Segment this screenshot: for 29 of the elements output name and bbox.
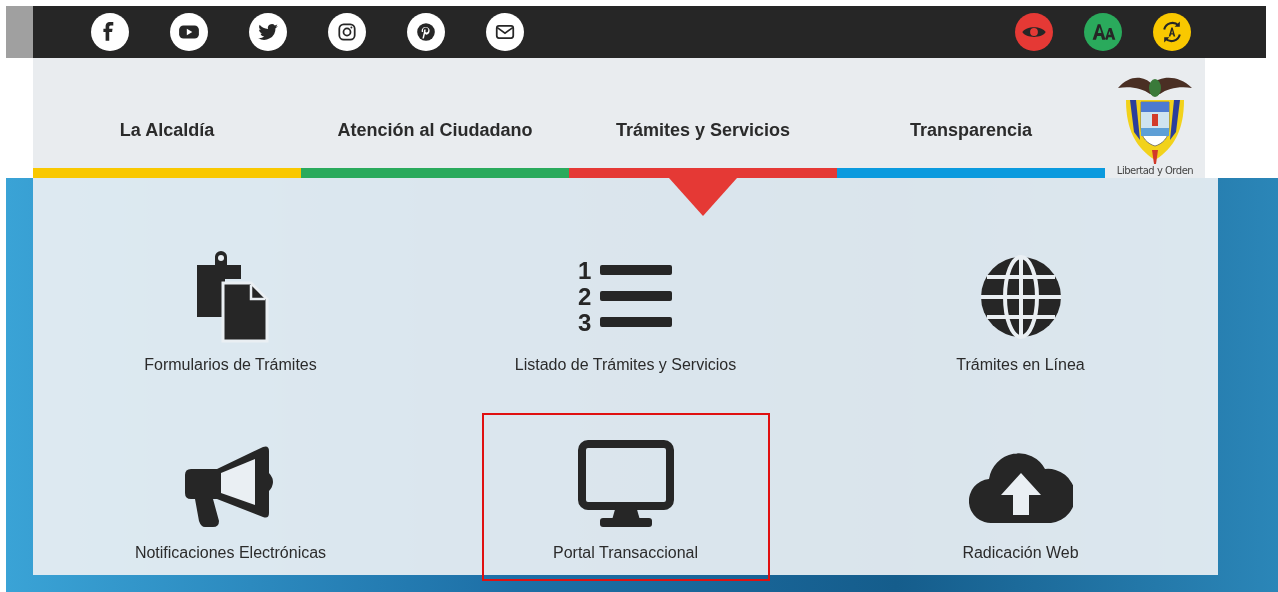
bird-icon	[257, 21, 279, 43]
menu-item[interactable]: Formularios de Trámites	[86, 225, 375, 393]
pointer-triangle	[669, 178, 737, 216]
motto-text: Libertad y Orden	[1116, 165, 1194, 176]
social-link[interactable]	[91, 13, 129, 51]
menu-item[interactable]: Trámites en Línea	[876, 225, 1165, 393]
list-number: 1	[577, 256, 591, 284]
accessibility-button[interactable]	[1084, 13, 1122, 51]
menu-item[interactable]: 1 2 3 Listado de Trámites y Servicios	[481, 225, 770, 393]
social-link[interactable]	[407, 13, 445, 51]
menu-item[interactable]: Notificaciones Electrónicas	[86, 413, 375, 581]
globe-icon	[978, 254, 1063, 339]
list-number: 2	[577, 282, 591, 310]
social-link[interactable]	[249, 13, 287, 51]
nav-tab[interactable]: La Alcaldía	[33, 58, 301, 178]
menu-item[interactable]: Portal Transaccional	[481, 413, 770, 581]
nav-tab[interactable]: Transparencia	[837, 58, 1105, 178]
nav-tab[interactable]: Trámites y Servicios	[569, 58, 837, 178]
accessibility-button[interactable]	[1153, 13, 1191, 51]
monitor-icon	[577, 439, 674, 530]
social-link[interactable]	[486, 13, 524, 51]
nav-tab[interactable]: Atención al Ciudadano	[301, 58, 569, 178]
social-link[interactable]	[170, 13, 208, 51]
pin-icon	[415, 21, 437, 43]
social-link[interactable]	[328, 13, 366, 51]
header-edge	[6, 6, 33, 58]
camera-icon	[336, 21, 358, 43]
list-number: 3	[577, 308, 591, 336]
menu-item[interactable]: Radicación Web	[876, 413, 1165, 581]
